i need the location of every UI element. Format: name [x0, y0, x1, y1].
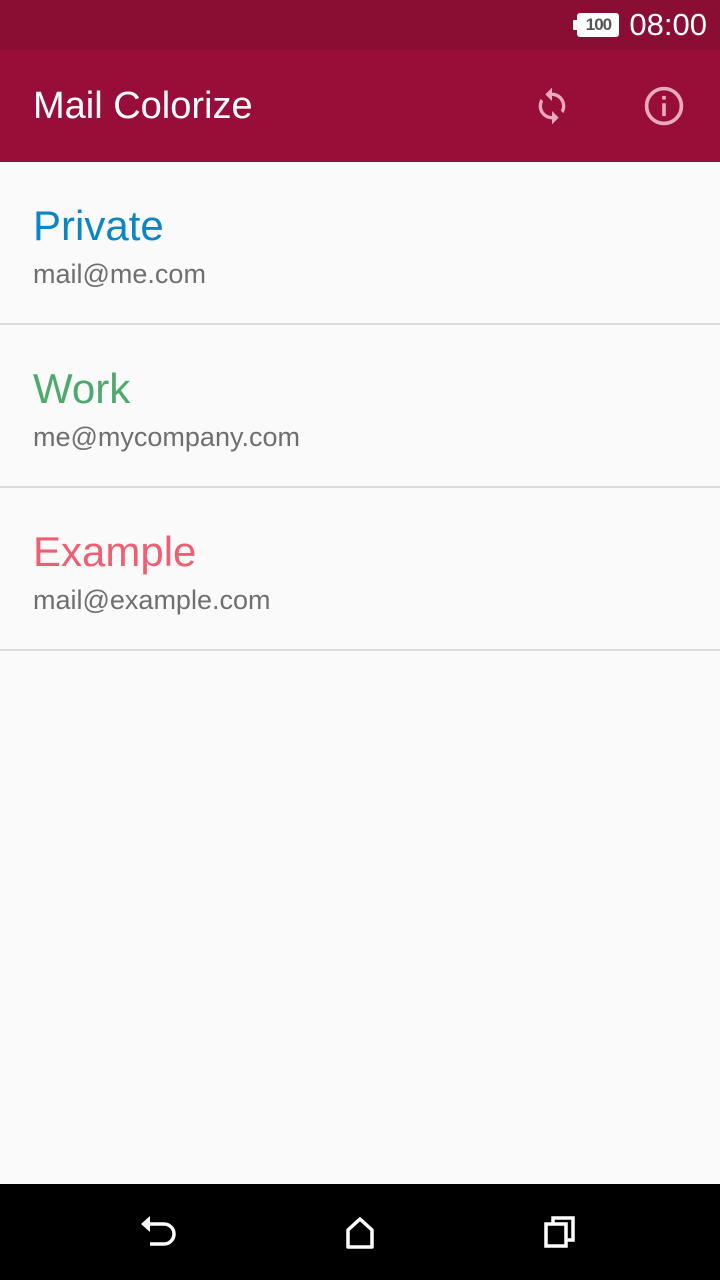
sync-button[interactable] [528, 82, 576, 130]
account-email: me@mycompany.com [33, 422, 300, 452]
home-icon [346, 1217, 374, 1249]
battery-indicator: 100 [573, 13, 620, 37]
account-item-work[interactable]: Work me@mycompany.com [0, 325, 720, 488]
app-bar: Mail Colorize [0, 50, 720, 162]
recents-icon [544, 1216, 575, 1248]
navigation-bar [0, 1184, 720, 1280]
recents-button[interactable] [536, 1208, 584, 1256]
back-button[interactable] [136, 1208, 184, 1256]
info-icon [644, 86, 684, 126]
status-bar: 100 08:00 [0, 0, 720, 50]
home-button[interactable] [336, 1208, 384, 1256]
account-title: Work [33, 365, 131, 412]
app-title: Mail Colorize [33, 85, 253, 127]
account-email: mail@example.com [33, 585, 271, 615]
sync-icon [538, 87, 566, 125]
status-time: 08:00 [629, 7, 707, 42]
account-list: Private mail@me.com Work me@mycompany.co… [0, 162, 720, 651]
account-item-example[interactable]: Example mail@example.com [0, 488, 720, 651]
battery-level: 100 [577, 13, 620, 37]
info-button[interactable] [640, 82, 688, 130]
account-item-private[interactable]: Private mail@me.com [0, 162, 720, 325]
account-email: mail@me.com [33, 259, 206, 289]
account-title: Example [33, 528, 197, 575]
back-icon [141, 1216, 176, 1246]
account-title: Private [33, 202, 164, 249]
